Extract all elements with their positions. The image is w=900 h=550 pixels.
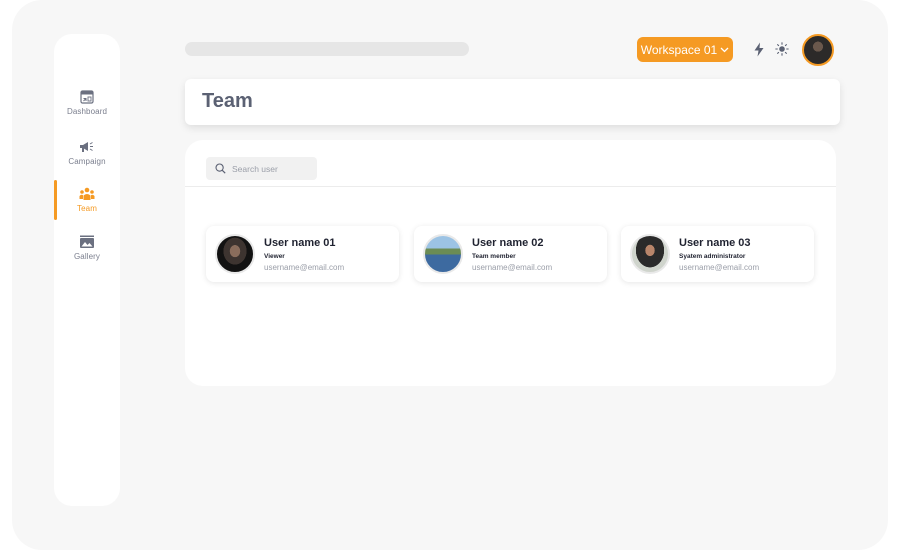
user-avatar[interactable] <box>802 34 834 66</box>
page-header-card: Team <box>185 79 840 125</box>
user-card[interactable]: User name 01 Viewer username@email.com <box>206 226 399 282</box>
sidebar-item-label: Team <box>77 204 97 213</box>
user-role: Viewer <box>264 253 285 260</box>
sidebar-item-team[interactable]: Team <box>54 187 120 227</box>
user-card[interactable]: User name 03 Syatem administrator userna… <box>621 226 814 282</box>
sidebar: Dashboard Campaign Team Gallery <box>54 34 120 506</box>
sidebar-item-dashboard[interactable]: Dashboard <box>54 90 120 130</box>
workspace-dropdown-button[interactable]: Workspace 01 <box>637 37 733 62</box>
content-panel: Search user User name 01 Viewer username… <box>185 140 836 386</box>
user-role: Syatem administrator <box>679 253 746 260</box>
sun-icon[interactable] <box>774 41 790 57</box>
gallery-icon <box>79 235 95 249</box>
dashboard-icon <box>79 90 95 104</box>
sidebar-item-label: Dashboard <box>66 107 108 116</box>
user-card[interactable]: User name 02 Team member username@email.… <box>414 226 607 282</box>
user-name: User name 02 <box>472 237 544 249</box>
top-search-bar[interactable] <box>185 42 469 56</box>
user-avatar <box>423 234 463 274</box>
sidebar-item-gallery[interactable]: Gallery <box>54 235 120 275</box>
user-email: username@email.com <box>264 263 345 272</box>
chevron-down-icon <box>720 47 729 53</box>
page-title: Team <box>202 90 253 112</box>
divider <box>185 186 836 187</box>
user-email: username@email.com <box>472 263 553 272</box>
active-nav-indicator <box>54 180 57 220</box>
workspace-label: Workspace 01 <box>640 42 718 57</box>
user-avatar <box>630 234 670 274</box>
sidebar-item-label: Campaign <box>68 157 106 166</box>
bolt-icon[interactable] <box>751 41 767 57</box>
user-role: Team member <box>472 253 516 260</box>
user-name: User name 03 <box>679 237 751 249</box>
user-name: User name 01 <box>264 237 336 249</box>
search-input[interactable]: Search user <box>206 157 317 180</box>
sidebar-item-label: Gallery <box>73 252 101 261</box>
search-placeholder: Search user <box>232 163 278 174</box>
search-icon <box>215 163 226 174</box>
user-avatar <box>215 234 255 274</box>
sidebar-item-campaign[interactable]: Campaign <box>54 140 120 180</box>
megaphone-icon <box>79 140 95 154</box>
user-email: username@email.com <box>679 263 760 272</box>
team-icon <box>79 187 95 201</box>
